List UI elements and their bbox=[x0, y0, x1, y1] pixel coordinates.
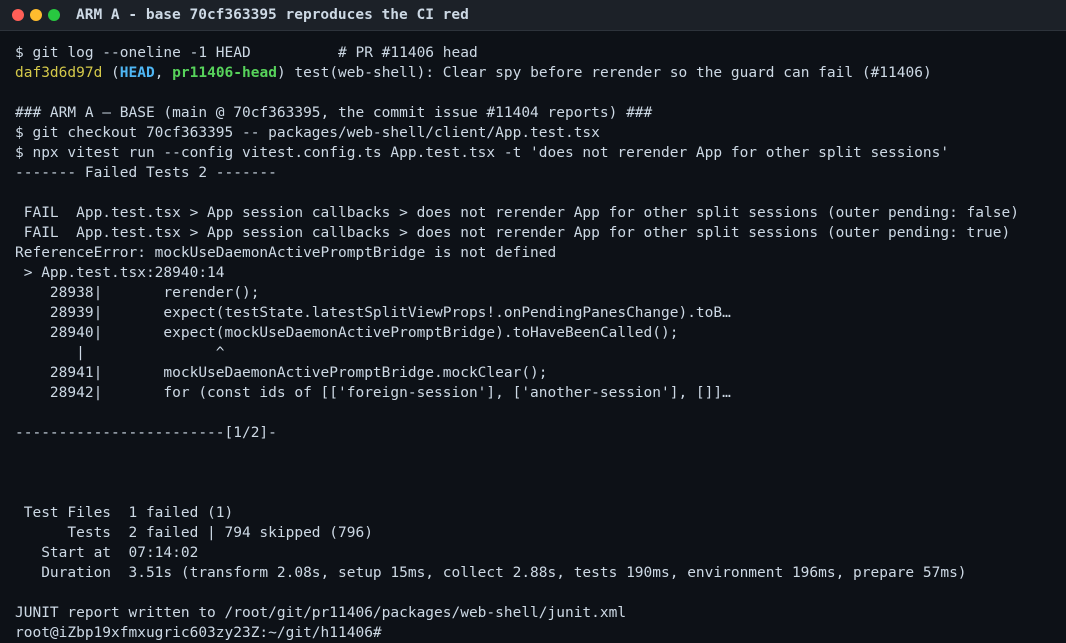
terminal-line: 28938| rerender(); bbox=[15, 285, 260, 301]
terminal-line: 28942| for (const ids of [['foreign-sess… bbox=[15, 385, 731, 401]
terminal-line: Duration 3.51s (transform 2.08s, setup 1… bbox=[15, 565, 967, 581]
window-controls bbox=[12, 9, 60, 21]
terminal-line: ------------------------[1/2]- bbox=[15, 425, 277, 441]
minimize-button[interactable] bbox=[30, 9, 42, 21]
maximize-button[interactable] bbox=[48, 9, 60, 21]
ref-separator: , bbox=[154, 65, 173, 81]
terminal-line: FAIL App.test.tsx > App session callback… bbox=[15, 205, 1019, 221]
head-ref: HEAD bbox=[119, 65, 155, 81]
commit-hash: daf3d6d97d bbox=[15, 65, 103, 81]
commit-log-line: daf3d6d97d (HEAD, pr11406-head) test(web… bbox=[15, 63, 1066, 83]
terminal-line: $ git checkout 70cf363395 -- packages/we… bbox=[15, 125, 600, 141]
branch-ref: pr11406-head bbox=[172, 65, 277, 81]
terminal-line: 28941| mockUseDaemonActivePromptBridge.m… bbox=[15, 365, 548, 381]
terminal-output[interactable]: $ git log --oneline -1 HEAD # PR #11406 … bbox=[15, 43, 1066, 643]
terminal-line: 28939| expect(testState.latestSplitViewP… bbox=[15, 305, 731, 321]
terminal-line: FAIL App.test.tsx > App session callback… bbox=[15, 225, 1011, 241]
terminal-line: Start at 07:14:02 bbox=[15, 545, 199, 561]
terminal-line: | ^ bbox=[15, 345, 225, 361]
terminal-line: $ npx vitest run --config vitest.config.… bbox=[15, 145, 950, 161]
terminal-line: 28940| expect(mockUseDaemonActivePromptB… bbox=[15, 325, 679, 341]
terminal-line: Tests 2 failed | 794 skipped (796) bbox=[15, 525, 373, 541]
ref-close-paren: ) bbox=[276, 65, 286, 81]
terminal-line: $ git log --oneline -1 HEAD # PR #11406 … bbox=[15, 45, 478, 61]
window-title: ARM A - base 70cf363395 reproduces the C… bbox=[76, 7, 469, 23]
terminal-line: JUNIT report written to /root/git/pr1140… bbox=[15, 605, 627, 621]
shell-prompt[interactable]: root@iZbp19xfmxugric603zy23Z:~/git/h1140… bbox=[15, 623, 1066, 643]
terminal-line: Test Files 1 failed (1) bbox=[15, 505, 234, 521]
ref-open-paren: ( bbox=[102, 65, 120, 81]
terminal-line: ReferenceError: mockUseDaemonActivePromp… bbox=[15, 245, 557, 261]
title-bar: ARM A - base 70cf363395 reproduces the C… bbox=[0, 0, 1066, 31]
commit-message: test(web-shell): Clear spy before rerend… bbox=[285, 65, 932, 81]
terminal-line: ### ARM A — BASE (main @ 70cf363395, the… bbox=[15, 105, 653, 121]
terminal-window: ARM A - base 70cf363395 reproduces the C… bbox=[0, 0, 1066, 641]
terminal-line: ------- Failed Tests 2 ------- bbox=[15, 165, 277, 181]
terminal-line: > App.test.tsx:28940:14 bbox=[15, 265, 225, 281]
close-button[interactable] bbox=[12, 9, 24, 21]
